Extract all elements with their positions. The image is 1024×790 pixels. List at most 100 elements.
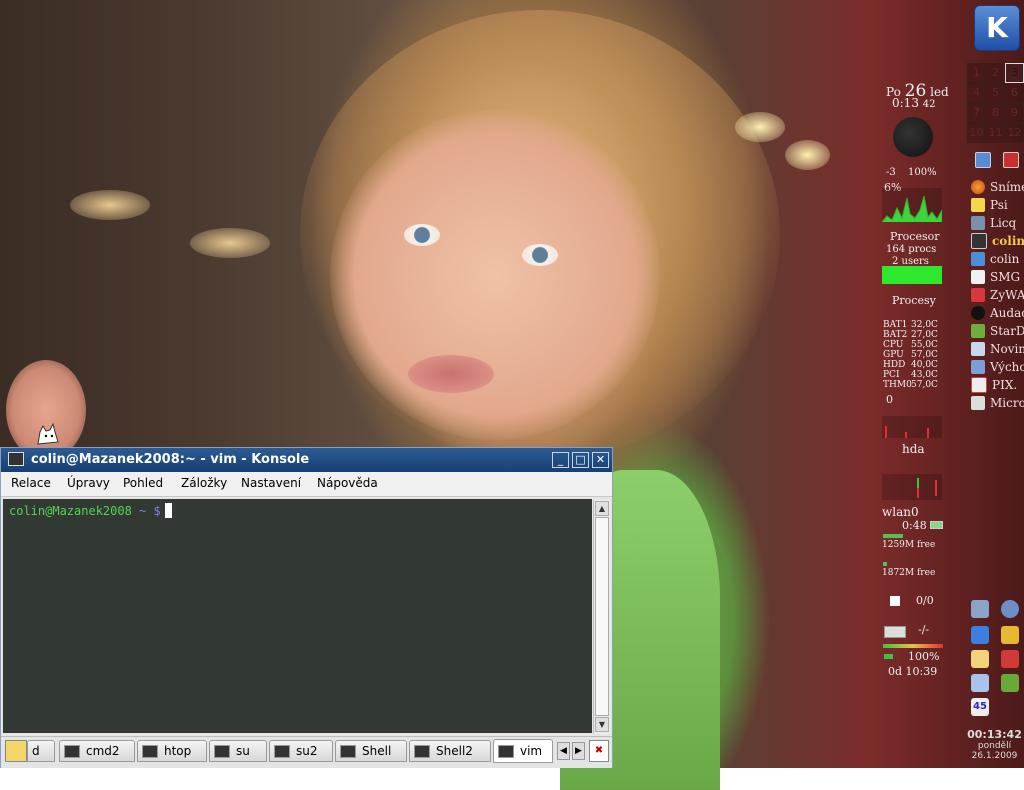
launcher-licq[interactable]: Licq — [971, 214, 1024, 232]
launcher-label: Licq — [990, 216, 1017, 230]
clock-time: 00:13:42 — [967, 728, 1022, 741]
new-session-icon[interactable] — [5, 740, 27, 762]
terminal-icon — [274, 744, 290, 758]
terminal-icon — [64, 744, 80, 758]
konsole-app-icon[interactable] — [8, 452, 24, 466]
launcher-pix[interactable]: PIX. — [971, 376, 1024, 394]
window-title: colin@Mazanek2008:~ - vim - Konsole — [31, 452, 310, 467]
battery-small-fill — [884, 654, 893, 659]
terminal-area[interactable]: colin@Mazanek2008 ~ $ — [3, 499, 592, 733]
wlan-time: 0:48 — [902, 519, 944, 532]
logout-icon[interactable] — [1003, 152, 1019, 168]
terminal-scrollbar[interactable]: ▲ ▼ — [593, 500, 610, 734]
notes-count: 0/0 — [916, 594, 934, 607]
desktop-pager: 1 2 3 4 5 6 7 8 9 10 11 12 — [967, 63, 1024, 143]
pager-desktop-9[interactable]: 9 — [1005, 103, 1024, 123]
system-tray: 45 — [969, 598, 1024, 718]
mail-count: -/- — [918, 623, 930, 636]
book-icon[interactable] — [1001, 674, 1019, 692]
launcher-colin-folder[interactable]: colin — [971, 250, 1024, 268]
pager-desktop-2[interactable]: 2 — [986, 63, 1005, 83]
wallpaper-eye-left — [404, 224, 440, 246]
launcher-zywall[interactable]: ZyWALL — [971, 286, 1024, 304]
window-titlebar[interactable]: colin@Mazanek2008:~ - vim - Konsole _ □ … — [1, 448, 612, 472]
tab-vim[interactable]: vim — [493, 739, 553, 763]
pager-desktop-3[interactable]: 3 — [1005, 63, 1024, 83]
launcher-microsoft[interactable]: Microsoft — [971, 394, 1024, 412]
keys-icon[interactable] — [1001, 626, 1019, 644]
wallpaper-light-4 — [190, 228, 270, 258]
launcher-colin-terminal[interactable]: colin — [971, 232, 1024, 250]
minimize-button[interactable]: _ — [552, 452, 569, 468]
temp-row: HDD 40,0C — [883, 360, 938, 370]
pager-desktop-11[interactable]: 11 — [986, 123, 1005, 143]
menu-zalozky[interactable]: Záložky — [181, 476, 227, 490]
menu-nastaveni[interactable]: Nastavení — [241, 476, 301, 490]
tab-session-d[interactable]: d — [27, 740, 55, 762]
mail-icon[interactable] — [971, 650, 989, 668]
scroll-down-arrow-icon[interactable]: ▼ — [595, 717, 609, 732]
launcher-smg[interactable]: SMG — [971, 268, 1024, 286]
launcher-audacity[interactable]: Audacity — [971, 304, 1024, 322]
terminal-icon — [414, 744, 430, 758]
menu-relace[interactable]: Relace — [11, 476, 51, 490]
launcher-label: Microsoft — [990, 396, 1024, 410]
temp-row: THM057,0C — [883, 380, 938, 390]
tab-htop[interactable]: htop — [137, 740, 207, 762]
tab-label: Shell — [362, 744, 392, 758]
monitor-time: 0:13 42 — [892, 96, 936, 110]
launcher-snimek[interactable]: Snímek — [971, 178, 1024, 196]
pager-desktop-8[interactable]: 8 — [986, 103, 1005, 123]
shell-prompt: colin@Mazanek2008 ~ $ — [9, 503, 172, 518]
launcher-psi[interactable]: Psi — [971, 196, 1024, 214]
scrollbar-thumb[interactable] — [595, 517, 609, 716]
menu-upravy[interactable]: Úpravy — [67, 476, 110, 490]
menu-napoveda[interactable]: Nápověda — [317, 476, 378, 490]
weather-icon[interactable]: 45 — [971, 698, 989, 716]
tab-scroll-left-icon[interactable]: ◀ — [557, 742, 570, 760]
launcher-noviny[interactable]: Noviny — [971, 340, 1024, 358]
pager-desktop-6[interactable]: 6 — [1005, 83, 1024, 103]
volume-icon[interactable] — [1001, 600, 1019, 618]
close-button[interactable]: ✕ — [592, 452, 609, 468]
launcher-label: PIX. — [992, 378, 1018, 392]
pager-desktop-12[interactable]: 12 — [1005, 123, 1024, 143]
wallpaper-light-3 — [70, 190, 150, 220]
tab-label: htop — [164, 744, 192, 758]
maximize-button[interactable]: □ — [572, 452, 589, 468]
hda-label: hda — [902, 442, 925, 456]
pager-desktop-4[interactable]: 4 — [967, 83, 986, 103]
tab-shell2[interactable]: Shell2 — [409, 740, 491, 762]
pager-desktop-1[interactable]: 1 — [967, 63, 986, 83]
tab-su[interactable]: su — [209, 740, 267, 762]
launcher-label: Noviny — [990, 342, 1024, 356]
kde-k-icon[interactable]: K — [974, 5, 1020, 51]
wallpaper-face — [330, 110, 660, 440]
pen-icon[interactable] — [1001, 650, 1019, 668]
folder-icon — [971, 252, 985, 266]
lock-screen-icon[interactable] — [975, 152, 991, 168]
tab-su2[interactable]: su2 — [269, 740, 333, 762]
pager-desktop-10[interactable]: 10 — [967, 123, 986, 143]
desktop-cat-icon[interactable] — [34, 422, 62, 446]
disk2-free: 1872M free — [882, 568, 936, 578]
launcher-stardict[interactable]: StarDict — [971, 322, 1024, 340]
user-icon[interactable] — [971, 674, 989, 692]
tab-cmd2[interactable]: cmd2 — [59, 740, 135, 762]
pager-desktop-7[interactable]: 7 — [967, 103, 986, 123]
close-session-icon[interactable]: ✖ — [589, 740, 609, 762]
tab-shell[interactable]: Shell — [335, 740, 407, 762]
download-icon[interactable] — [971, 626, 989, 644]
cpu-graph — [882, 188, 942, 222]
stardict-icon — [971, 324, 985, 338]
launcher-vychozi[interactable]: Výchozí — [971, 358, 1024, 376]
hda-graph — [882, 474, 942, 500]
panel-clock[interactable]: 00:13:42 pondělí 26.1.2009 — [965, 728, 1024, 761]
menu-pohled[interactable]: Pohled — [123, 476, 163, 490]
temp-row: GPU 57,0C — [883, 350, 938, 360]
tab-scroll-right-icon[interactable]: ▶ — [572, 742, 585, 760]
pager-desktop-5[interactable]: 5 — [986, 83, 1005, 103]
disk1-free: 1259M free — [882, 540, 936, 550]
network-icon[interactable] — [971, 600, 989, 618]
scroll-up-arrow-icon[interactable]: ▲ — [595, 501, 609, 516]
